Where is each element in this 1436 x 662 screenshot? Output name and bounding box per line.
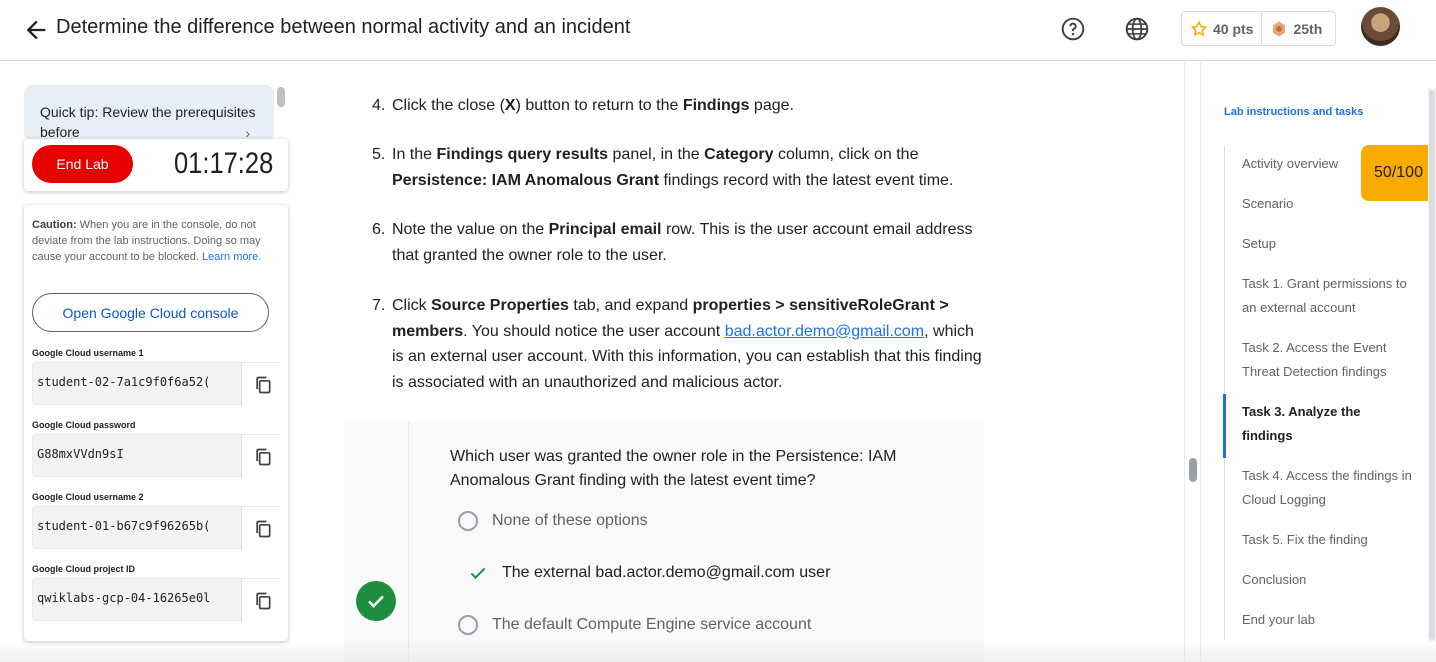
password-field[interactable]: G88mxVVdn9sI <box>32 434 283 478</box>
star-icon <box>1190 20 1208 36</box>
step-text: In the Findings query results panel, in … <box>392 146 954 189</box>
correct-check-icon <box>356 581 396 621</box>
quiz-status-column <box>344 421 409 662</box>
copy-icon[interactable] <box>241 579 283 622</box>
quiz-option[interactable]: None of these options <box>458 511 648 531</box>
checkmark-icon <box>470 567 486 579</box>
quiz-question: Which user was granted the owner role in… <box>450 448 897 489</box>
copy-icon[interactable] <box>241 507 283 550</box>
step-text: Note the value on the Principal email ro… <box>392 221 973 264</box>
content-divider <box>1184 62 1185 662</box>
nav-item-end-lab[interactable]: End your lab <box>1242 608 1412 632</box>
copy-icon[interactable] <box>241 363 283 406</box>
nav-item-task-2[interactable]: Task 2. Access the Event Threat Detectio… <box>1242 336 1412 384</box>
username-2-label: Google Cloud username 2 <box>32 492 144 502</box>
project-id-value[interactable]: qwiklabs-gcp-04-16265e0l <box>37 591 232 605</box>
radio-icon[interactable] <box>458 615 478 635</box>
main-scrollbar-thumb[interactable] <box>1189 458 1197 482</box>
email-link[interactable]: bad.actor.demo@gmail.com <box>725 323 924 340</box>
nav-item-conclusion[interactable]: Conclusion <box>1242 568 1412 592</box>
radio-icon[interactable] <box>458 511 478 531</box>
quick-tip-text: Quick tip: Review the prerequisites befo… <box>40 104 256 140</box>
right-scrollbar-thumb[interactable] <box>1429 90 1435 640</box>
page-title: Determine the difference between normal … <box>56 16 631 38</box>
nav-active-indicator <box>1223 394 1226 458</box>
lab-timer: 01:17:28 <box>174 147 274 180</box>
lab-timer-card: End Lab 01:17:28 <box>24 139 288 191</box>
nav-item-task-3[interactable]: Task 3. Analyze the findings <box>1242 400 1412 448</box>
username-2-value[interactable]: student-01-b67c9f96265b( <box>37 519 232 533</box>
username-1-value[interactable]: student-02-7a1c9f0f6a52( <box>37 375 232 389</box>
learn-more-link[interactable]: Learn more. <box>202 251 261 263</box>
help-icon[interactable] <box>1060 16 1086 42</box>
step-number: 4. <box>372 97 386 114</box>
project-id-label: Google Cloud project ID <box>32 564 135 574</box>
quiz-card: Which user was granted the owner role in… <box>344 421 984 662</box>
points-badge[interactable]: 40 pts 25th <box>1181 11 1336 46</box>
nav-divider <box>1200 62 1201 662</box>
password-value[interactable]: G88mxVVdn9sI <box>37 447 232 461</box>
credentials-card: Caution: When you are in the console, do… <box>24 205 288 641</box>
language-globe-icon[interactable] <box>1124 16 1150 42</box>
nav-item-task-1[interactable]: Task 1. Grant permissions to an external… <box>1242 272 1412 320</box>
points-cell: 40 pts <box>1182 12 1261 45</box>
username-2-field[interactable]: student-01-b67c9f96265b( <box>32 506 283 550</box>
step-text: Click Source Properties tab, and expand … <box>392 297 982 391</box>
step-number: 7. <box>372 297 386 314</box>
quiz-option-label: The external bad.actor.demo@gmail.com us… <box>502 564 831 581</box>
rank-value: 25th <box>1293 20 1323 37</box>
score-badge: 50/100 <box>1361 145 1436 201</box>
username-1-field[interactable]: student-02-7a1c9f0f6a52( <box>32 362 283 406</box>
open-console-button[interactable]: Open Google Cloud console <box>32 293 269 332</box>
quiz-option[interactable]: The default Compute Engine service accou… <box>458 615 811 635</box>
nav-rail <box>1224 146 1225 640</box>
nav-item-task-5[interactable]: Task 5. Fix the finding <box>1242 528 1412 552</box>
end-lab-button[interactable]: End Lab <box>32 145 133 183</box>
password-label: Google Cloud password <box>32 420 136 430</box>
quiz-option-selected[interactable]: The external bad.actor.demo@gmail.com us… <box>468 563 830 583</box>
nav-item-setup[interactable]: Setup <box>1242 232 1412 256</box>
step-number: 6. <box>372 221 386 238</box>
username-1-label: Google Cloud username 1 <box>32 348 144 358</box>
left-scrollbar[interactable] <box>277 87 285 107</box>
step-text: Click the close (X) button to return to … <box>392 97 794 114</box>
step-number: 5. <box>372 146 386 163</box>
quiz-option-label: The default Compute Engine service accou… <box>492 616 812 633</box>
league-badge-icon <box>1273 21 1286 36</box>
copy-icon[interactable] <box>241 435 283 478</box>
user-avatar[interactable] <box>1361 7 1400 46</box>
top-bar: Determine the difference between normal … <box>0 0 1436 61</box>
bottom-shadow <box>0 640 1436 662</box>
points-value: 40 pts <box>1213 20 1254 37</box>
caution-label: Caution: <box>32 219 77 231</box>
nav-title: Lab instructions and tasks <box>1224 106 1364 118</box>
caution-notice: Caution: When you are in the console, do… <box>32 217 282 265</box>
quiz-option-label: None of these options <box>492 512 648 529</box>
quick-tip-card[interactable]: Quick tip: Review the prerequisites befo… <box>24 85 274 141</box>
back-arrow-icon[interactable] <box>22 16 50 44</box>
nav-item-task-4[interactable]: Task 4. Access the findings in Cloud Log… <box>1242 464 1412 512</box>
project-id-field[interactable]: qwiklabs-gcp-04-16265e0l <box>32 578 283 622</box>
rank-cell: 25th <box>1261 12 1330 45</box>
